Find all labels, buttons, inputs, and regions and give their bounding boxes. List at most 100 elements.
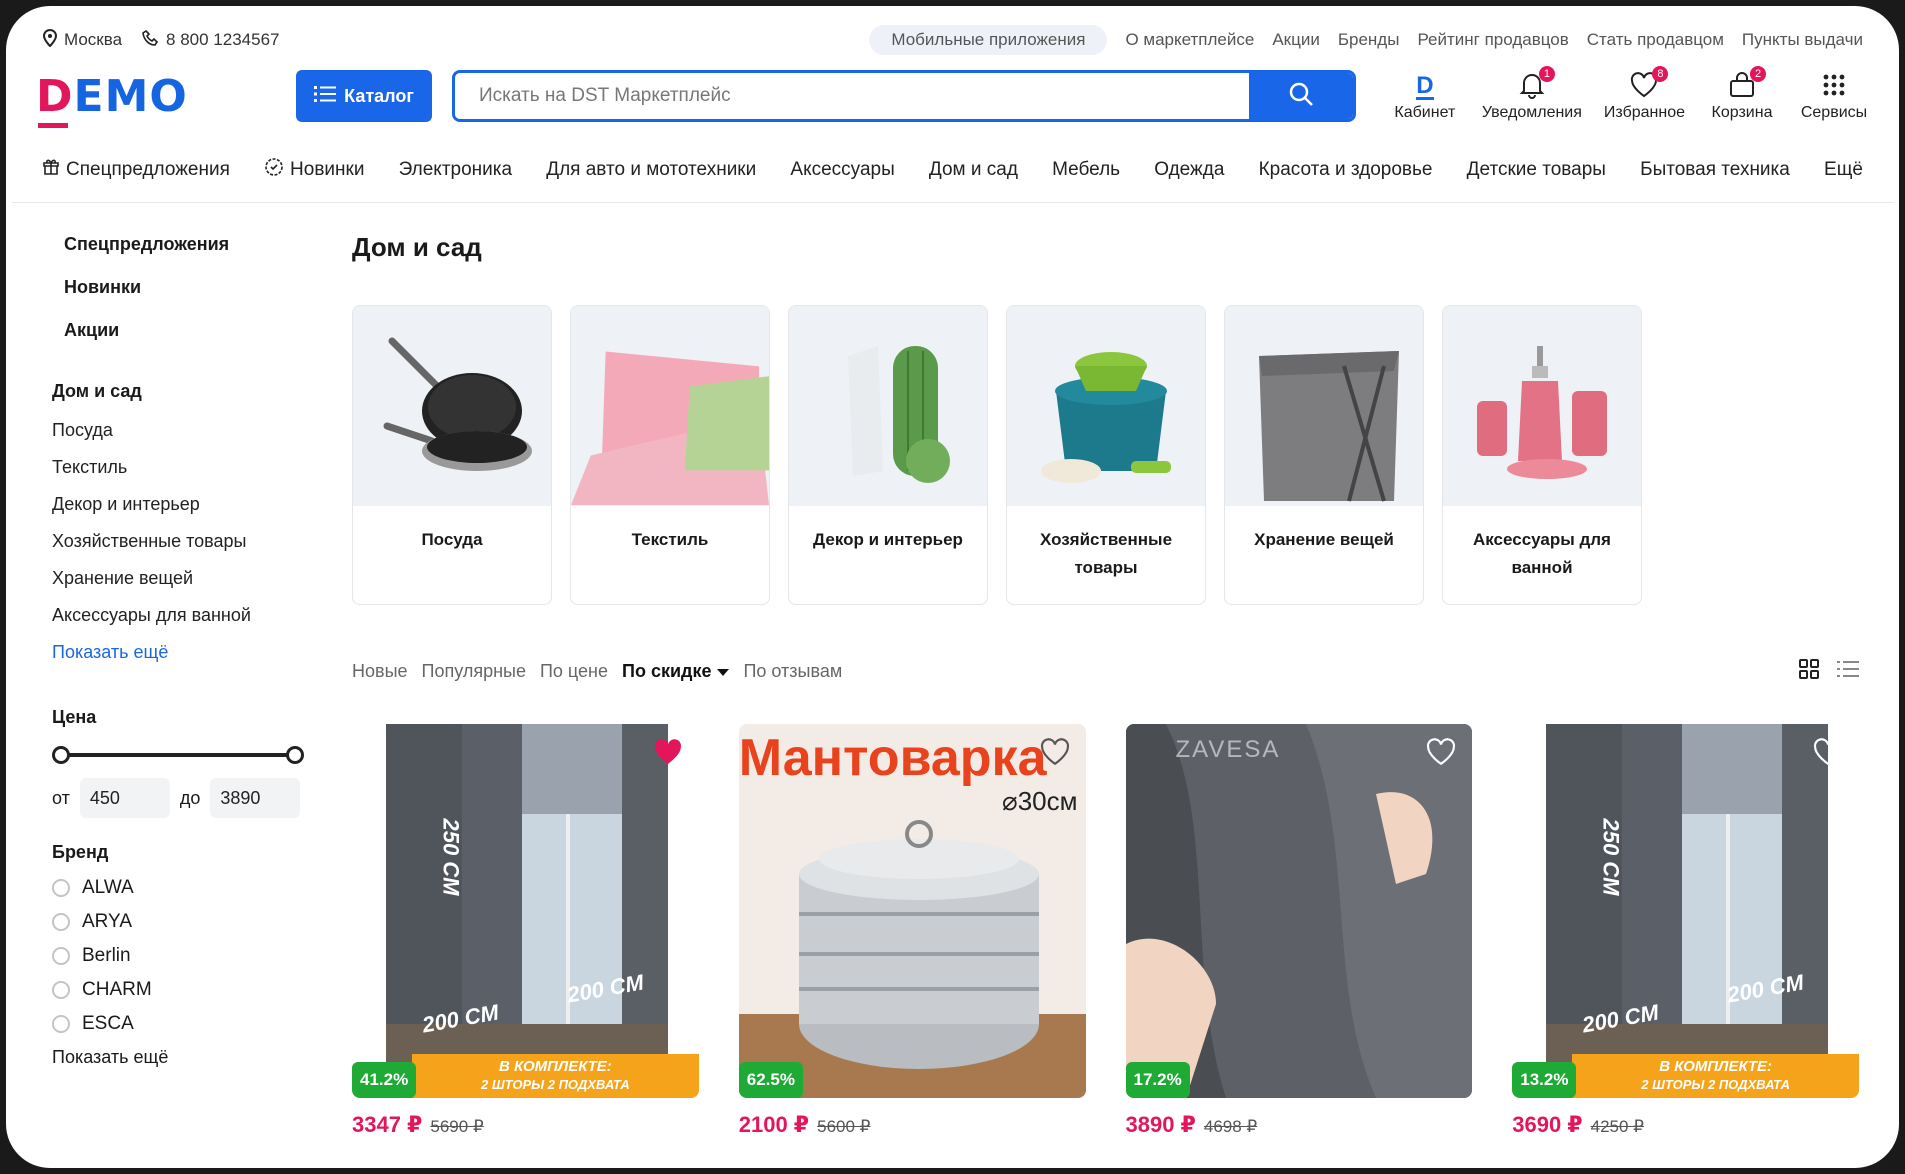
grid-view-icon[interactable] [1799,659,1819,684]
nav-item-home-garden[interactable]: Дом и сад [929,159,1018,181]
product-old-price: 5690 ₽ [430,1117,484,1136]
brand-option[interactable]: CHARM [52,979,312,1001]
sidebar-link-household[interactable]: Хозяйственные товары [52,531,312,552]
discount-badge: 41.2% [352,1062,417,1098]
product-card[interactable]: 250 СМ 200 СМ 200 СМ В КОМПЛЕКТЕ: 2 ШТОР… [1512,724,1859,1138]
price-row: 3690 ₽ 4250 ₽ [1512,1112,1859,1138]
price-row: 3890 ₽ 4698 ₽ [1126,1112,1473,1138]
price-from-input[interactable] [79,778,170,818]
category-tile-dishes[interactable]: Посуда [352,305,552,605]
category-tile-bath[interactable]: Аксессуары для ванной [1442,305,1642,605]
nav-label: Спецпредложения [66,159,230,180]
sort-new[interactable]: Новые [352,661,408,682]
top-link-seller-rating[interactable]: Рейтинг продавцов [1417,30,1568,50]
product-image[interactable]: 250 СМ 200 СМ 200 СМ В КОМПЛЕКТЕ: 2 ШТОР… [1512,724,1859,1098]
brand-show-more-link[interactable]: Показать ещё [52,1047,312,1068]
nav-item-special-offers[interactable]: Спецпредложения [42,158,230,182]
sidebar-link-storage[interactable]: Хранение вещей [52,568,312,589]
logo[interactable]: DEMO [36,71,236,128]
nav-item-kids[interactable]: Детские товары [1467,159,1606,181]
top-link-brands[interactable]: Бренды [1338,30,1400,50]
sidebar-section-title: Дом и сад [52,381,142,401]
radio-button[interactable] [52,947,70,965]
category-tile-textile[interactable]: Текстиль [570,305,770,605]
price-filter-title: Цена [52,707,97,727]
heart-outline-icon[interactable] [1426,738,1456,771]
nav-item-accessories[interactable]: Аксессуары [790,159,894,181]
nav-item-furniture[interactable]: Мебель [1052,159,1120,181]
sort-popular[interactable]: Популярные [422,661,526,682]
view-toggle [1799,659,1859,684]
nav-item-new[interactable]: Новинки [264,157,364,183]
services-button[interactable]: Сервисы [1799,70,1869,122]
slider-max-handle[interactable] [286,746,304,764]
brand-option[interactable]: ARYA [52,911,312,933]
category-tile-storage[interactable]: Хранение вещей [1224,305,1424,605]
top-link-about[interactable]: О маркетплейсе [1125,30,1254,50]
top-link-promos[interactable]: Акции [1272,30,1320,50]
sort-price[interactable]: По цене [540,661,608,682]
sidebar-link-textile[interactable]: Текстиль [52,457,312,478]
brand-option[interactable]: Berlin [52,945,312,967]
nav-item-electronics[interactable]: Электроника [399,159,512,181]
product-image[interactable]: 250 СМ 200 СМ 200 СМ В КОМПЛЕКТЕ: 2 ШТОР… [352,724,699,1098]
top-link-become-seller[interactable]: Стать продавцом [1587,30,1724,50]
discount-badge: 17.2% [1125,1062,1190,1098]
sidebar-item-new[interactable]: Новинки [64,277,312,298]
favorites-button[interactable]: 8 Избранное [1604,66,1685,122]
heart-outline-icon[interactable] [1040,738,1070,771]
heart-outline-icon[interactable] [1813,738,1843,771]
search-button[interactable] [1249,73,1353,119]
discount-badge: 62.5% [738,1062,803,1098]
nav-item-beauty-health[interactable]: Красота и здоровье [1259,159,1433,181]
product-card[interactable]: ZAVESA 17.2% 3890 ₽ 4698 ₽ [1125,724,1473,1138]
nav-item-clothes[interactable]: Одежда [1154,159,1224,181]
category-tile-decor[interactable]: Декор и интерьер [788,305,988,605]
brand-option[interactable]: ESCA [52,1013,312,1035]
product-image[interactable]: ZAVESA 17.2% [1125,724,1473,1098]
search-input[interactable] [455,73,1249,119]
nav-item-more[interactable]: Ещё [1824,159,1863,181]
catalog-button[interactable]: Каталог [296,70,432,122]
heart-filled-icon[interactable] [653,738,683,771]
top-link-pickup-points[interactable]: Пункты выдачи [1742,30,1863,50]
sort-discount[interactable]: По скидке [622,661,730,682]
product-card[interactable]: 250 СМ 200 СМ 200 СМ В КОМПЛЕКТЕ: 2 ШТОР… [352,724,699,1138]
price-range-slider[interactable] [52,746,304,764]
cart-button[interactable]: 2 Корзина [1707,66,1777,122]
radio-button[interactable] [52,879,70,897]
radio-button[interactable] [52,913,70,931]
product-image[interactable]: Мантоварка ⌀30см 62.5% [738,724,1086,1098]
radio-button[interactable] [52,1015,70,1033]
sort-reviews[interactable]: По отзывам [743,661,842,682]
sidebar-show-more-link[interactable]: Показать ещё [52,642,312,663]
menu-list-icon [314,85,337,108]
phone-label: 8 800 1234567 [166,30,280,49]
notifications-button[interactable]: 1 Уведомления [1481,66,1582,122]
notifications-label: Уведомления [1481,104,1582,121]
price-row: 2100 ₽ 5600 ₽ [739,1112,1086,1138]
top-link-mobile-apps[interactable]: Мобильные приложения [869,25,1108,55]
sidebar-link-decor[interactable]: Декор и интерьер [52,494,312,515]
favorites-badge: 8 [1652,66,1669,82]
price-to-input[interactable] [210,778,301,818]
product-card[interactable]: Мантоварка ⌀30см 62.5% 2100 ₽ 5600 ₽ [738,724,1086,1138]
radio-button[interactable] [52,981,70,999]
slider-min-handle[interactable] [52,746,70,764]
sidebar-link-bath[interactable]: Аксессуары для ванной [52,605,312,626]
account-button[interactable]: D Кабинет [1390,70,1460,122]
list-view-icon[interactable] [1837,660,1859,683]
cart-label: Корзина [1711,104,1773,121]
sidebar-link-dishes[interactable]: Посуда [52,420,312,441]
phone-link[interactable]: 8 800 1234567 [142,29,280,52]
brand-option[interactable]: ALWA [52,877,312,899]
promo-banner: В КОМПЛЕКТЕ: 2 ШТОРЫ 2 ПОДХВАТА [1572,1054,1859,1098]
nav-label: Новинки [290,159,365,180]
nav-item-appliances[interactable]: Бытовая техника [1640,159,1790,181]
category-tile-household[interactable]: Хозяйственные товары [1006,305,1206,605]
city-selector[interactable]: Москва [42,28,122,52]
sidebar-item-promos[interactable]: Акции [64,320,312,341]
product-old-price: 4698 ₽ [1203,1117,1258,1136]
nav-item-auto-moto[interactable]: Для авто и мототехники [546,159,756,181]
sidebar-item-special-offers[interactable]: Спецпредложения [64,234,312,255]
